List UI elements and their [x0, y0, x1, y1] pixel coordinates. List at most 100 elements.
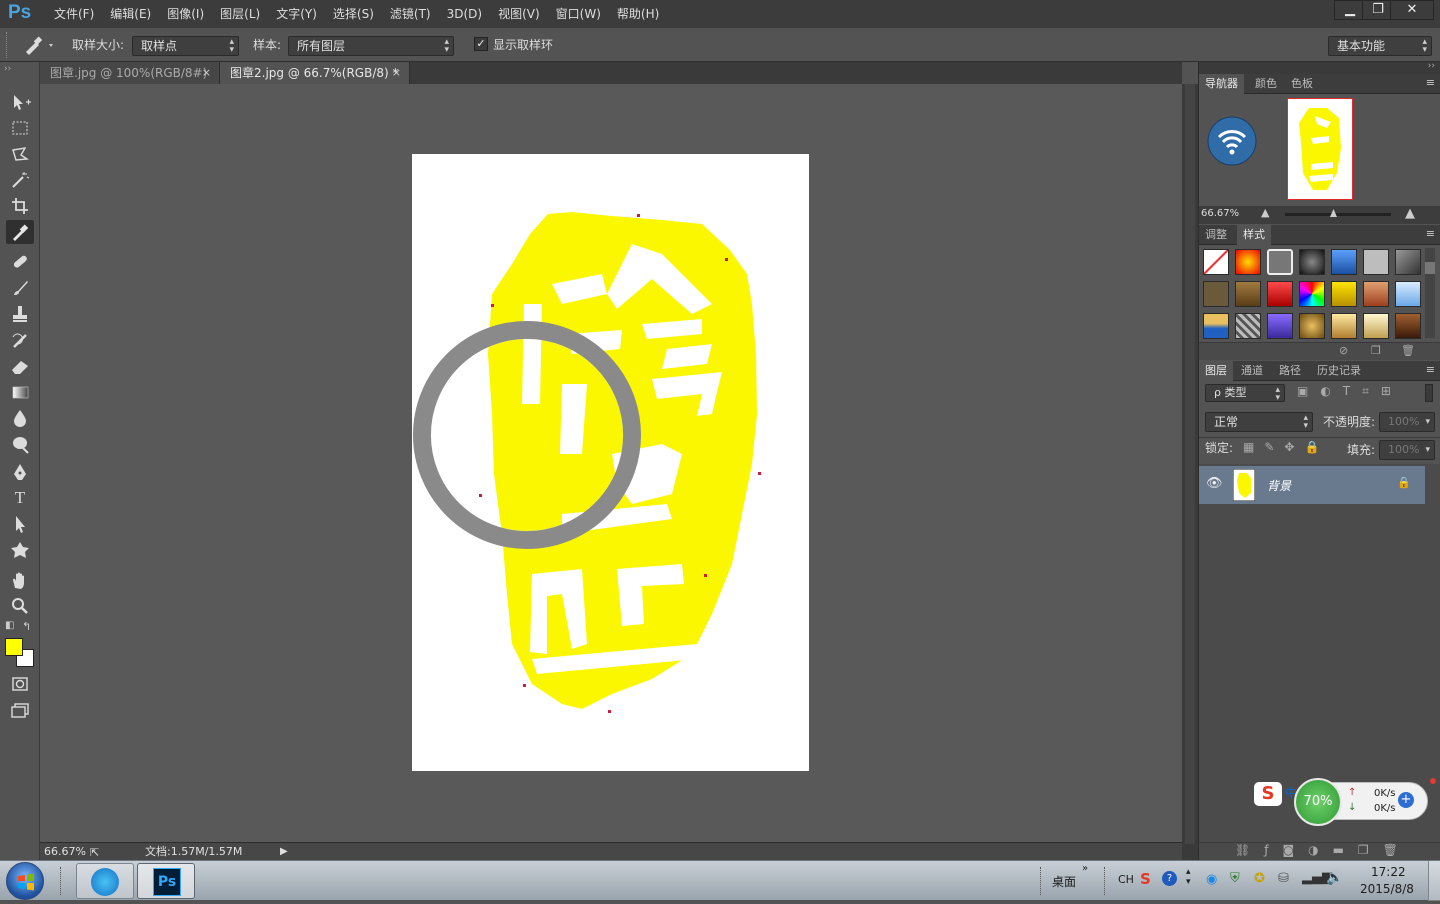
menu-edit[interactable]: 编辑(E)	[102, 0, 159, 28]
zoom-in-icon[interactable]: ▲	[1405, 206, 1415, 221]
help-icon[interactable]: ?	[1162, 871, 1177, 886]
opacity-field[interactable]: 100% ▾	[1379, 412, 1435, 432]
close-button[interactable]: ✕	[1390, 0, 1434, 20]
close-tab-icon[interactable]: ×	[392, 62, 401, 84]
style-swatch[interactable]	[1235, 249, 1261, 275]
crop-tool[interactable]	[6, 194, 34, 218]
shape-tool[interactable]	[6, 538, 34, 562]
style-swatch[interactable]	[1235, 281, 1261, 307]
close-tab-icon[interactable]: ×	[202, 62, 211, 84]
style-swatch[interactable]	[1267, 249, 1293, 275]
sample-size-select[interactable]: 取样点 ▴ ▾	[132, 36, 239, 56]
wifi-tray-icon[interactable]: ◉	[1206, 872, 1217, 887]
tab-paths[interactable]: 路径	[1273, 361, 1307, 381]
menu-type[interactable]: 文字(Y)	[268, 0, 325, 28]
panel-menu-icon[interactable]: ≡	[1426, 227, 1435, 240]
shield-icon[interactable]: ⛨	[1230, 871, 1240, 886]
document-canvas[interactable]	[412, 154, 809, 771]
foreground-color-swatch[interactable]	[5, 638, 23, 656]
dodge-tool[interactable]	[6, 432, 34, 456]
style-swatch[interactable]	[1363, 281, 1389, 307]
network-monitor-widget[interactable]: S 中 70% ↑ ↓ 0K/s 0K/s +	[1254, 778, 1436, 826]
layer-filter-select[interactable]: ρ 类型 ▴ ▾	[1205, 384, 1285, 403]
style-swatch[interactable]	[1203, 313, 1229, 339]
move-tool[interactable]	[6, 90, 34, 114]
collapse-dock-icon[interactable]: ››	[1428, 61, 1435, 71]
filter-toggle[interactable]	[1425, 384, 1433, 402]
style-swatch[interactable]	[1299, 249, 1325, 275]
quick-mask-tool[interactable]	[6, 672, 34, 696]
taskbar-browser-button[interactable]	[76, 863, 134, 899]
style-swatch[interactable]	[1363, 313, 1389, 339]
zoom-level[interactable]: 66.67%	[44, 843, 86, 860]
tab-channels[interactable]: 通道	[1235, 361, 1269, 381]
path-selection-tool[interactable]	[6, 512, 34, 536]
default-colors-icon[interactable]: ◧	[5, 620, 14, 631]
style-swatch[interactable]	[1395, 249, 1421, 275]
magic-wand-tool[interactable]	[6, 168, 34, 192]
style-swatch[interactable]	[1363, 249, 1389, 275]
desktop-toolbar-label[interactable]: 桌面	[1052, 873, 1076, 890]
security-tray-icon[interactable]: ✪	[1254, 871, 1265, 886]
show-ring-checkbox[interactable]: ✓	[474, 37, 488, 51]
memory-percent[interactable]: 70%	[1294, 778, 1342, 826]
menu-image[interactable]: 图像(I)	[159, 0, 212, 28]
panel-menu-icon[interactable]: ≡	[1426, 363, 1435, 376]
style-swatch[interactable]	[1299, 313, 1325, 339]
brush-tool[interactable]	[6, 276, 34, 300]
language-indicator[interactable]: CH	[1118, 873, 1134, 886]
tab-color[interactable]: 颜色	[1249, 74, 1283, 94]
navigator-zoom-value[interactable]: 66.67%	[1201, 208, 1239, 219]
layer-filter-icons[interactable]: ▣◐T⌗⊞	[1297, 384, 1403, 399]
menu-help[interactable]: 帮助(H)	[609, 0, 667, 28]
style-swatch[interactable]	[1395, 281, 1421, 307]
blend-mode-select[interactable]: 正常 ▴ ▾	[1205, 412, 1313, 432]
healing-brush-tool[interactable]	[6, 250, 34, 274]
menu-window[interactable]: 窗口(W)	[548, 0, 609, 28]
style-swatch[interactable]	[1235, 313, 1261, 339]
menu-layer[interactable]: 图层(L)	[212, 0, 268, 28]
fill-field[interactable]: 100% ▾	[1379, 440, 1435, 460]
show-desktop-button[interactable]	[1428, 861, 1440, 901]
boost-plus-icon[interactable]: +	[1398, 792, 1414, 808]
tab-navigator[interactable]: 导航器	[1199, 74, 1244, 94]
navigator-zoom-slider[interactable]	[1285, 213, 1391, 216]
workspace-select[interactable]: 基本功能 ▴ ▾	[1328, 36, 1432, 56]
marquee-tool[interactable]	[6, 116, 34, 140]
style-swatch[interactable]	[1267, 313, 1293, 339]
lasso-tool[interactable]	[6, 142, 34, 166]
layer-name[interactable]: 背景	[1267, 477, 1291, 494]
menu-filter[interactable]: 滤镜(T)	[382, 0, 439, 28]
tab-document-2[interactable]: 图章2.jpg @ 66.7%(RGB/8) * ×	[220, 62, 410, 84]
type-tool[interactable]: T	[6, 486, 34, 510]
start-button[interactable]	[6, 862, 44, 900]
sogou-ime-icon[interactable]: S	[1254, 782, 1282, 806]
eye-visibility-icon[interactable]: 👁	[1206, 476, 1223, 491]
tab-swatches[interactable]: 色板	[1285, 74, 1319, 94]
panel-menu-icon[interactable]: ≡	[1426, 76, 1435, 89]
clock-date[interactable]: 2015/8/8	[1360, 882, 1414, 896]
panel-divider-scrollbar[interactable]	[1182, 84, 1198, 860]
menu-view[interactable]: 视图(V)	[490, 0, 548, 28]
export-icon[interactable]: ⇱	[90, 844, 99, 861]
toolbar-chevron-icon[interactable]: »	[1082, 863, 1088, 874]
style-swatch[interactable]	[1267, 281, 1293, 307]
menu-3d[interactable]: 3D(D)	[439, 0, 490, 28]
layer-row[interactable]: 👁 背景 🔒	[1199, 466, 1425, 504]
volume-icon[interactable]: 🔊	[1326, 870, 1343, 886]
tool-preset-picker[interactable]	[22, 34, 58, 56]
eyedropper-tool[interactable]	[6, 220, 34, 244]
clock-time[interactable]: 17:22	[1371, 865, 1406, 879]
layer-action-icons[interactable]: ⛓ƒ◙◑▬❐🗑	[1235, 843, 1412, 857]
gradient-tool[interactable]	[6, 380, 34, 404]
zoom-out-icon[interactable]: ▲	[1261, 206, 1269, 219]
document-workspace[interactable]	[40, 84, 1182, 842]
style-swatch[interactable]	[1331, 249, 1357, 275]
pen-tool[interactable]	[6, 460, 34, 484]
zoom-tool[interactable]	[6, 594, 34, 618]
stamp-tool[interactable]	[6, 302, 34, 326]
style-swatch[interactable]	[1203, 281, 1229, 307]
network-tray-icon[interactable]: ⛁	[1278, 871, 1289, 886]
styles-scrollbar[interactable]	[1425, 248, 1435, 338]
style-swatch[interactable]	[1299, 281, 1325, 307]
